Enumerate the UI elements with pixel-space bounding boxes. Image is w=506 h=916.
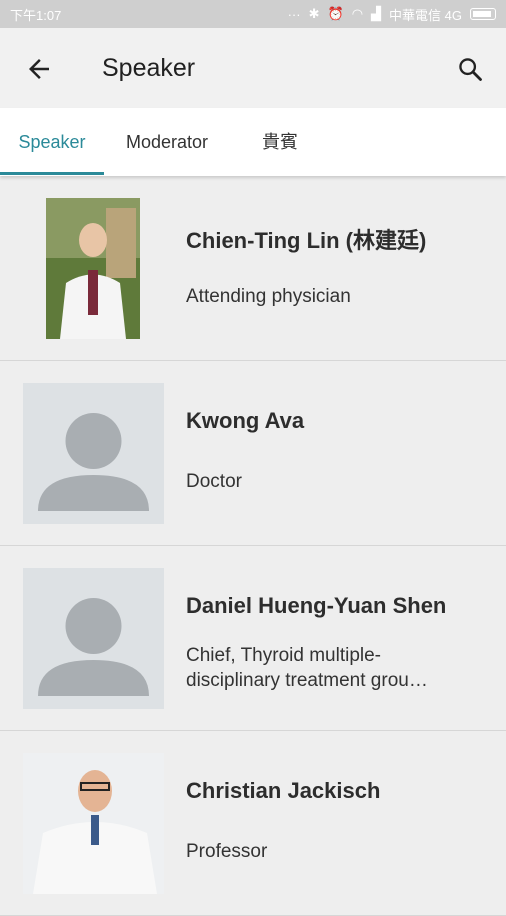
status-icons: ··· ✱ ⏰ ◠ ▟ 中華電信 4G bbox=[288, 5, 496, 24]
speaker-row[interactable]: Christian Jackisch Professor bbox=[0, 731, 506, 916]
tab-guests[interactable]: 貴賓 bbox=[240, 108, 320, 176]
speaker-role: Professor bbox=[186, 841, 268, 862]
speaker-name: Daniel Hueng-Yuan Shen bbox=[186, 593, 447, 618]
speaker-role: Chief, Thyroid multiple- disciplinary tr… bbox=[186, 643, 486, 693]
speaker-role-line: disciplinary treatment grou… bbox=[186, 670, 428, 691]
signal-icon: ▟ bbox=[371, 6, 382, 21]
status-time: 下午1:07 bbox=[10, 7, 62, 23]
speaker-role-line: Chief, Thyroid multiple- bbox=[186, 645, 382, 666]
app-bar: Speaker bbox=[0, 28, 506, 108]
speaker-row[interactable]: Chien-Ting Lin (林建廷) Attending physician bbox=[0, 176, 506, 361]
battery-icon bbox=[470, 8, 496, 20]
avatar-placeholder-icon bbox=[23, 568, 164, 709]
page-title: Speaker bbox=[102, 54, 196, 82]
alarm-icon: ⏰ bbox=[327, 6, 344, 21]
tab-indicator bbox=[0, 172, 104, 175]
speaker-role: Attending physician bbox=[186, 286, 351, 307]
avatar-placeholder-icon bbox=[23, 383, 164, 524]
status-carrier: 中華電信 4G bbox=[389, 7, 462, 23]
speaker-list: Chien-Ting Lin (林建廷) Attending physician… bbox=[0, 176, 506, 916]
back-arrow-icon[interactable] bbox=[24, 54, 54, 84]
speaker-name: Kwong Ava bbox=[186, 408, 305, 433]
tab-moderator[interactable]: Moderator bbox=[110, 108, 224, 176]
search-icon[interactable] bbox=[456, 55, 484, 83]
wifi-icon: ◠ bbox=[351, 6, 364, 21]
bluetooth-icon: ✱ bbox=[308, 6, 320, 21]
speaker-role: Doctor bbox=[186, 471, 242, 492]
speaker-photo bbox=[46, 198, 140, 339]
speaker-row[interactable]: Kwong Ava Doctor bbox=[0, 361, 506, 546]
speaker-photo bbox=[23, 753, 164, 894]
speaker-name: Chien-Ting Lin (林建廷) bbox=[186, 228, 427, 253]
status-bar: 下午1:07 ··· ✱ ⏰ ◠ ▟ 中華電信 4G bbox=[0, 0, 506, 28]
tab-bar: Speaker Moderator 貴賓 bbox=[0, 108, 506, 176]
speaker-row[interactable]: Daniel Hueng-Yuan Shen Chief, Thyroid mu… bbox=[0, 546, 506, 731]
tab-speaker[interactable]: Speaker bbox=[0, 108, 104, 176]
speaker-name: Christian Jackisch bbox=[186, 778, 381, 803]
status-dots-icon: ··· bbox=[287, 6, 301, 22]
